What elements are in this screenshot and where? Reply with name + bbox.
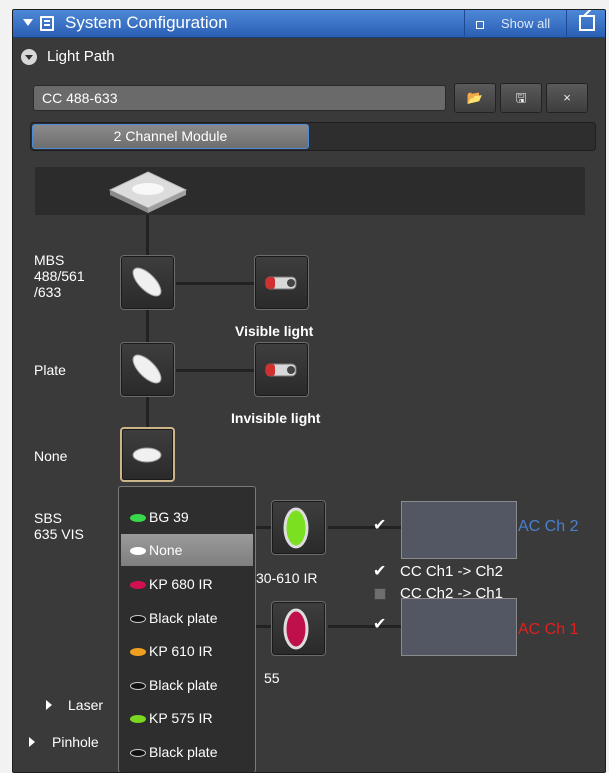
mirror-icon <box>132 354 162 384</box>
save-icon: 🖫 <box>515 90 527 105</box>
tab-2-channel-module[interactable]: 2 Channel Module <box>32 124 309 149</box>
emission-filter-ch1-button[interactable] <box>271 601 326 656</box>
beam-path-plate <box>176 369 254 372</box>
green-filter-icon <box>283 507 309 549</box>
show-all-checkbox[interactable] <box>476 21 484 29</box>
filter2-label: 55 <box>264 670 280 686</box>
none-label: None <box>34 448 68 464</box>
detector-ch2[interactable] <box>401 501 517 559</box>
beam-path-ch1 <box>328 625 403 628</box>
show-all-label[interactable]: Show all <box>501 16 550 31</box>
filter-color-icon <box>130 581 146 589</box>
ch1-enable-checkbox[interactable]: ✔ <box>373 617 387 633</box>
expand-arrow-icon[interactable] <box>29 737 35 747</box>
dropdown-item[interactable]: KP 575 IR <box>121 702 253 734</box>
dropdown-item[interactable]: Black plate <box>121 602 253 634</box>
filter-color-icon <box>130 547 146 555</box>
laser-section-label[interactable]: Laser <box>68 697 103 713</box>
folder-open-icon: 📂 <box>466 90 484 105</box>
dropdown-item-selected[interactable]: None <box>121 534 253 566</box>
undock-icon[interactable] <box>579 15 595 31</box>
channel2-label: AC Ch 2 <box>518 518 579 535</box>
light-source-icon <box>265 276 297 290</box>
cc-ch1-to-ch2-checkbox[interactable]: ✔ <box>373 564 387 580</box>
channel1-label: AC Ch 1 <box>518 621 579 638</box>
dropdown-item[interactable]: KP 680 IR <box>121 568 253 600</box>
delete-config-button[interactable]: × <box>546 83 588 113</box>
filter-color-icon <box>130 682 146 690</box>
titlebar-divider <box>464 10 465 38</box>
invisible-light-label: Invisible light <box>231 410 321 426</box>
mbs-label: MBS 488/561 /633 <box>34 252 85 300</box>
sample-stage-icon <box>108 171 188 213</box>
save-config-button[interactable]: 🖫 <box>500 83 542 113</box>
plate-label: Plate <box>34 362 66 378</box>
light-source-icon <box>265 363 297 377</box>
configuration-icon <box>40 16 54 31</box>
dropdown-item[interactable]: KP 610 IR <box>121 635 253 667</box>
panel-titlebar[interactable]: System Configuration Show all <box>13 10 605 38</box>
detector-ch1[interactable] <box>401 598 517 656</box>
configuration-name-field[interactable]: CC 488-633 <box>33 85 446 111</box>
mbs-button[interactable] <box>120 255 175 310</box>
filter1-label: 30-610 IR <box>256 570 318 586</box>
red-filter-icon <box>283 608 309 650</box>
dropdown-item[interactable]: BG 39 <box>121 501 253 533</box>
cc-ch2-to-ch1-checkbox[interactable] <box>374 588 386 600</box>
plate-button[interactable] <box>120 342 175 397</box>
open-config-button[interactable]: 📂 <box>454 83 496 113</box>
beam-path-mbs <box>176 282 254 285</box>
panel-title: System Configuration <box>65 13 228 32</box>
visible-light-label: Visible light <box>235 323 314 339</box>
invisible-light-button[interactable] <box>254 342 309 397</box>
filter-selector-button[interactable] <box>120 427 175 482</box>
pinhole-section-label[interactable]: Pinhole <box>52 734 99 750</box>
cc-ch1-to-ch2-label: CC Ch1 -> Ch2 <box>400 563 503 580</box>
filter-color-icon <box>130 648 146 656</box>
visible-light-button[interactable] <box>254 255 309 310</box>
collapse-arrow-icon[interactable] <box>23 19 33 26</box>
system-configuration-panel: System Configuration Show all Light Path… <box>12 9 606 773</box>
filter-color-icon <box>130 749 146 757</box>
dropdown-item[interactable]: Black plate <box>121 669 253 701</box>
expand-collapse-icon[interactable] <box>21 49 37 65</box>
module-tabbar: 2 Channel Module <box>30 122 596 151</box>
expand-arrow-icon[interactable] <box>46 700 52 710</box>
filter-dropdown-menu: BG 39 None KP 680 IR Black plate KP 610 … <box>118 486 256 772</box>
filter-color-icon <box>130 615 146 623</box>
close-icon: × <box>563 90 571 105</box>
sbs-label: SBS 635 VIS <box>34 510 84 542</box>
emission-filter-ch2-button[interactable] <box>271 500 326 555</box>
titlebar-divider <box>566 10 567 38</box>
filter-color-icon <box>130 715 146 723</box>
beam-path-ch2 <box>328 526 403 529</box>
light-path-label: Light Path <box>47 48 115 65</box>
ch2-enable-checkbox[interactable]: ✔ <box>373 518 387 534</box>
dropdown-item[interactable]: Black plate <box>121 736 253 768</box>
filter-color-icon <box>130 514 146 522</box>
empty-plate-icon <box>132 447 162 463</box>
mirror-icon <box>132 267 162 297</box>
